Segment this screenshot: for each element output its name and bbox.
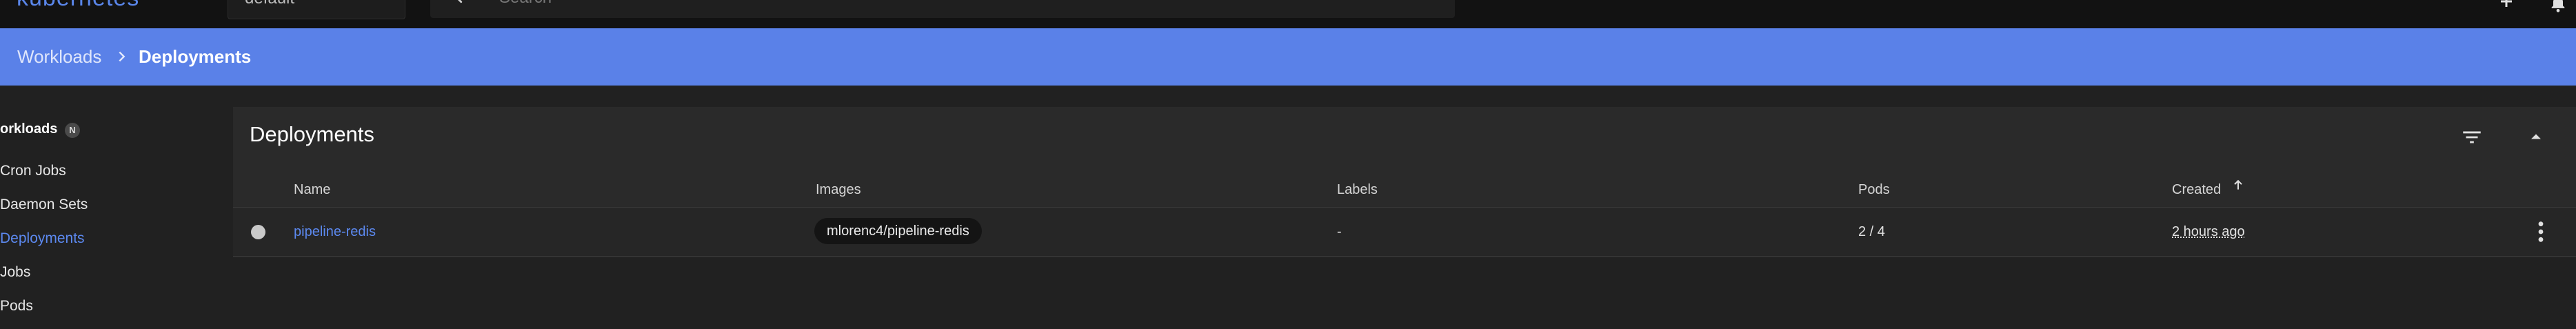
column-labels: Labels [1337, 182, 1378, 197]
top-toolbar: kubernetes default [0, 0, 2576, 28]
more-vert-icon[interactable] [2536, 220, 2546, 243]
sidebar-item-pods[interactable]: Pods [0, 298, 33, 315]
add-icon[interactable] [2498, 0, 2515, 10]
search-bar[interactable] [430, 0, 1455, 18]
column-pods: Pods [1858, 182, 1890, 197]
breadcrumb: Workloads Deployments [0, 28, 2576, 86]
breadcrumb-workloads[interactable]: Workloads [17, 46, 101, 68]
sidebar-item-jobs[interactable]: Jobs [0, 264, 30, 281]
namespace-selector[interactable]: default [228, 0, 405, 19]
column-created[interactable]: Created [2172, 182, 2221, 198]
created-value[interactable]: 2 hours ago [2172, 224, 2245, 240]
namespace-value: default [245, 0, 294, 8]
table-header: Name Images Labels Pods Created [233, 175, 2576, 208]
sidebar-item-cron-jobs[interactable]: Cron Jobs [0, 163, 66, 179]
table-row: pipeline-redis mlorenc4/pipeline-redis -… [233, 208, 2576, 257]
namespace-badge: N [65, 123, 80, 138]
sidebar-item-deployments[interactable]: Deployments [0, 230, 85, 247]
status-indicator [251, 225, 265, 239]
sidebar-item-daemon-sets[interactable]: Daemon Sets [0, 197, 88, 213]
search-icon [458, 0, 463, 3]
card-title: Deployments [250, 122, 374, 146]
chevron-up-icon[interactable] [2526, 127, 2546, 146]
deployments-card: Deployments Name Images Labels Pods Crea… [233, 107, 2576, 257]
column-images: Images [816, 182, 861, 197]
bell-icon[interactable] [2548, 0, 2568, 14]
deployment-name-link[interactable]: pipeline-redis [294, 224, 376, 240]
column-name[interactable]: Name [294, 182, 330, 198]
image-chip: mlorenc4/pipeline-redis [814, 218, 982, 244]
pods-value: 2 / 4 [1858, 224, 1885, 239]
arrow-up-icon[interactable] [2231, 177, 2245, 193]
sidebar-section-workloads[interactable]: orkloads [0, 121, 57, 137]
labels-value: - [1337, 224, 1342, 239]
sidebar: orkloads N Cron Jobs Daemon Sets Deploym… [0, 86, 228, 329]
kubernetes-logo[interactable]: kubernetes [17, 0, 139, 12]
search-input[interactable] [498, 0, 1121, 6]
breadcrumb-current: Deployments [139, 46, 252, 67]
chevron-right-icon [119, 51, 125, 62]
filter-icon[interactable] [2460, 126, 2484, 149]
